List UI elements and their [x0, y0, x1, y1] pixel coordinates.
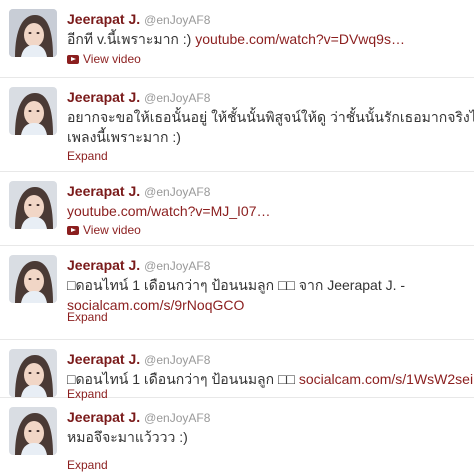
expand-link[interactable]: Expand [67, 457, 108, 473]
author-handle[interactable]: @enJoyAF8 [144, 13, 210, 27]
avatar[interactable] [9, 87, 57, 135]
tweet[interactable]: Jeerapat J. @enJoyAF8 □ดอนไทน์ 1 เดือนกว่… [0, 246, 474, 340]
avatar[interactable] [9, 255, 57, 303]
view-video-label: View video [83, 52, 141, 66]
author-name[interactable]: Jeerapat J. [67, 257, 140, 273]
avatar-image [9, 181, 57, 229]
tweet-link[interactable]: socialcam.com/s/1WsW2sei [299, 371, 473, 387]
tweet-text-body: หมอจึจะมาแว้ววว :) [67, 429, 188, 445]
tweet[interactable]: Jeerapat J. @enJoyAF8 อยากจะขอให้เธอนั้นอ… [0, 78, 474, 172]
tweet-header: Jeerapat J. @enJoyAF8 [67, 408, 210, 427]
tweet-text-line: อยากจะขอให้เธอนั้นอยู่ ให้ชั้นนั้นพิสูจน… [67, 109, 474, 125]
tweet[interactable]: Jeerapat J. @enJoyAF8 หมอจึจะมาแว้ววว :) … [0, 398, 474, 473]
view-video-button[interactable]: View video [67, 51, 141, 67]
tweet-header: Jeerapat J. @enJoyAF8 [67, 88, 210, 107]
tweet-text: อีกที v.นี้เพราะมาก :) youtube.com/watch… [67, 29, 405, 49]
author-name[interactable]: Jeerapat J. [67, 11, 140, 27]
tweet-text: หมอจึจะมาแว้ววว :) [67, 427, 188, 447]
author-name[interactable]: Jeerapat J. [67, 183, 140, 199]
view-video-label: View video [83, 223, 141, 237]
tweet-text-body: □ดอนไทน์ 1 เดือนกว่าๆ ป้อนนมลูก □□ [67, 371, 299, 387]
tweet-text: □ดอนไทน์ 1 เดือนกว่าๆ ป้อนนมลูก □□ socia… [67, 369, 473, 389]
avatar-image [9, 407, 57, 455]
tweet-header: Jeerapat J. @enJoyAF8 [67, 10, 210, 29]
tweet-text-body: อีกที v.นี้เพราะมาก :) [67, 31, 196, 47]
tweet-link[interactable]: youtube.com/watch?v=DVwq9s… [195, 31, 405, 47]
tweet-link[interactable]: youtube.com/watch?v=MJ_I07… [67, 203, 271, 219]
tweet-text-line: เพลงนี้เพราะมาก :) [67, 129, 181, 145]
avatar-image [9, 87, 57, 135]
avatar-image [9, 255, 57, 303]
author-name[interactable]: Jeerapat J. [67, 89, 140, 105]
author-handle[interactable]: @enJoyAF8 [144, 411, 210, 425]
youtube-play-icon [67, 226, 79, 235]
author-name[interactable]: Jeerapat J. [67, 351, 140, 367]
avatar[interactable] [9, 349, 57, 397]
expand-link[interactable]: Expand [67, 148, 108, 164]
author-handle[interactable]: @enJoyAF8 [144, 91, 210, 105]
tweet-header: Jeerapat J. @enJoyAF8 [67, 350, 210, 369]
author-handle[interactable]: @enJoyAF8 [144, 353, 210, 367]
tweet-header: Jeerapat J. @enJoyAF8 [67, 256, 210, 275]
youtube-play-icon [67, 55, 79, 64]
tweet-header: Jeerapat J. @enJoyAF8 [67, 182, 210, 201]
tweet-text: □ดอนไทน์ 1 เดือนกว่าๆ ป้อนนมลูก □□ จาก J… [67, 275, 405, 315]
avatar[interactable] [9, 9, 57, 57]
author-name[interactable]: Jeerapat J. [67, 409, 140, 425]
tweet[interactable]: Jeerapat J. @enJoyAF8 อีกที v.นี้เพราะมาก… [0, 0, 474, 78]
avatar[interactable] [9, 181, 57, 229]
avatar[interactable] [9, 407, 57, 455]
tweet-text: youtube.com/watch?v=MJ_I07… [67, 201, 271, 221]
avatar-image [9, 9, 57, 57]
tweet[interactable]: Jeerapat J. @enJoyAF8 □ดอนไทน์ 1 เดือนกว่… [0, 340, 474, 401]
view-video-button[interactable]: View video [67, 222, 141, 238]
tweet[interactable]: Jeerapat J. @enJoyAF8 youtube.com/watch?v… [0, 172, 474, 246]
expand-link[interactable]: Expand [67, 309, 108, 325]
tweet-link[interactable]: socialcam.com/s/9rNoqGCO [67, 295, 405, 315]
avatar-image [9, 349, 57, 397]
tweet-text: อยากจะขอให้เธอนั้นอยู่ ให้ชั้นนั้นพิสูจน… [67, 107, 474, 147]
author-handle[interactable]: @enJoyAF8 [144, 185, 210, 199]
author-handle[interactable]: @enJoyAF8 [144, 259, 210, 273]
tweet-text-line: □ดอนไทน์ 1 เดือนกว่าๆ ป้อนนมลูก □□ จาก J… [67, 277, 406, 293]
tweet-timeline: Jeerapat J. @enJoyAF8 อีกที v.นี้เพราะมาก… [0, 0, 474, 473]
